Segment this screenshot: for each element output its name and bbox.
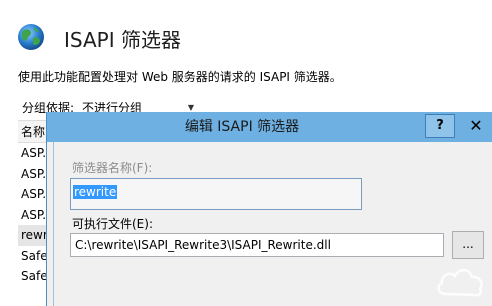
filter-name-value: rewrite bbox=[73, 185, 118, 199]
filter-name-field[interactable]: rewrite bbox=[70, 178, 362, 210]
executable-path-field[interactable]: C:\rewrite\ISAPI_Rewrite3\ISAPI_Rewrite.… bbox=[70, 233, 444, 257]
feature-header: ISAPI 筛选器 bbox=[0, 0, 492, 64]
edit-isapi-filter-dialog: 编辑 ISAPI 筛选器 ? ✕ 筛选器名称(F): rewrite 可执行文件… bbox=[46, 112, 492, 306]
dialog-body: 筛选器名称(F): rewrite 可执行文件(E): C:\rewrite\I… bbox=[53, 142, 492, 306]
close-button[interactable]: ✕ bbox=[459, 114, 492, 138]
dialog-titlebar[interactable]: 编辑 ISAPI 筛选器 ? ✕ bbox=[47, 112, 492, 142]
globe-icon bbox=[18, 24, 44, 50]
executable-label: 可执行文件(E): bbox=[72, 217, 153, 231]
page-title: ISAPI 筛选器 bbox=[64, 28, 181, 52]
cloud-watermark-icon bbox=[437, 268, 483, 297]
feature-description: 使用此功能配置处理对 Web 服务器的请求的 ISAPI 筛选器。 bbox=[18, 70, 342, 84]
help-button[interactable]: ? bbox=[425, 114, 455, 138]
browse-button[interactable]: ... bbox=[452, 231, 484, 259]
filter-name-label: 筛选器名称(F): bbox=[72, 161, 153, 175]
dialog-title: 编辑 ISAPI 筛选器 bbox=[184, 119, 300, 135]
chevron-down-icon: ▼ bbox=[187, 102, 195, 112]
